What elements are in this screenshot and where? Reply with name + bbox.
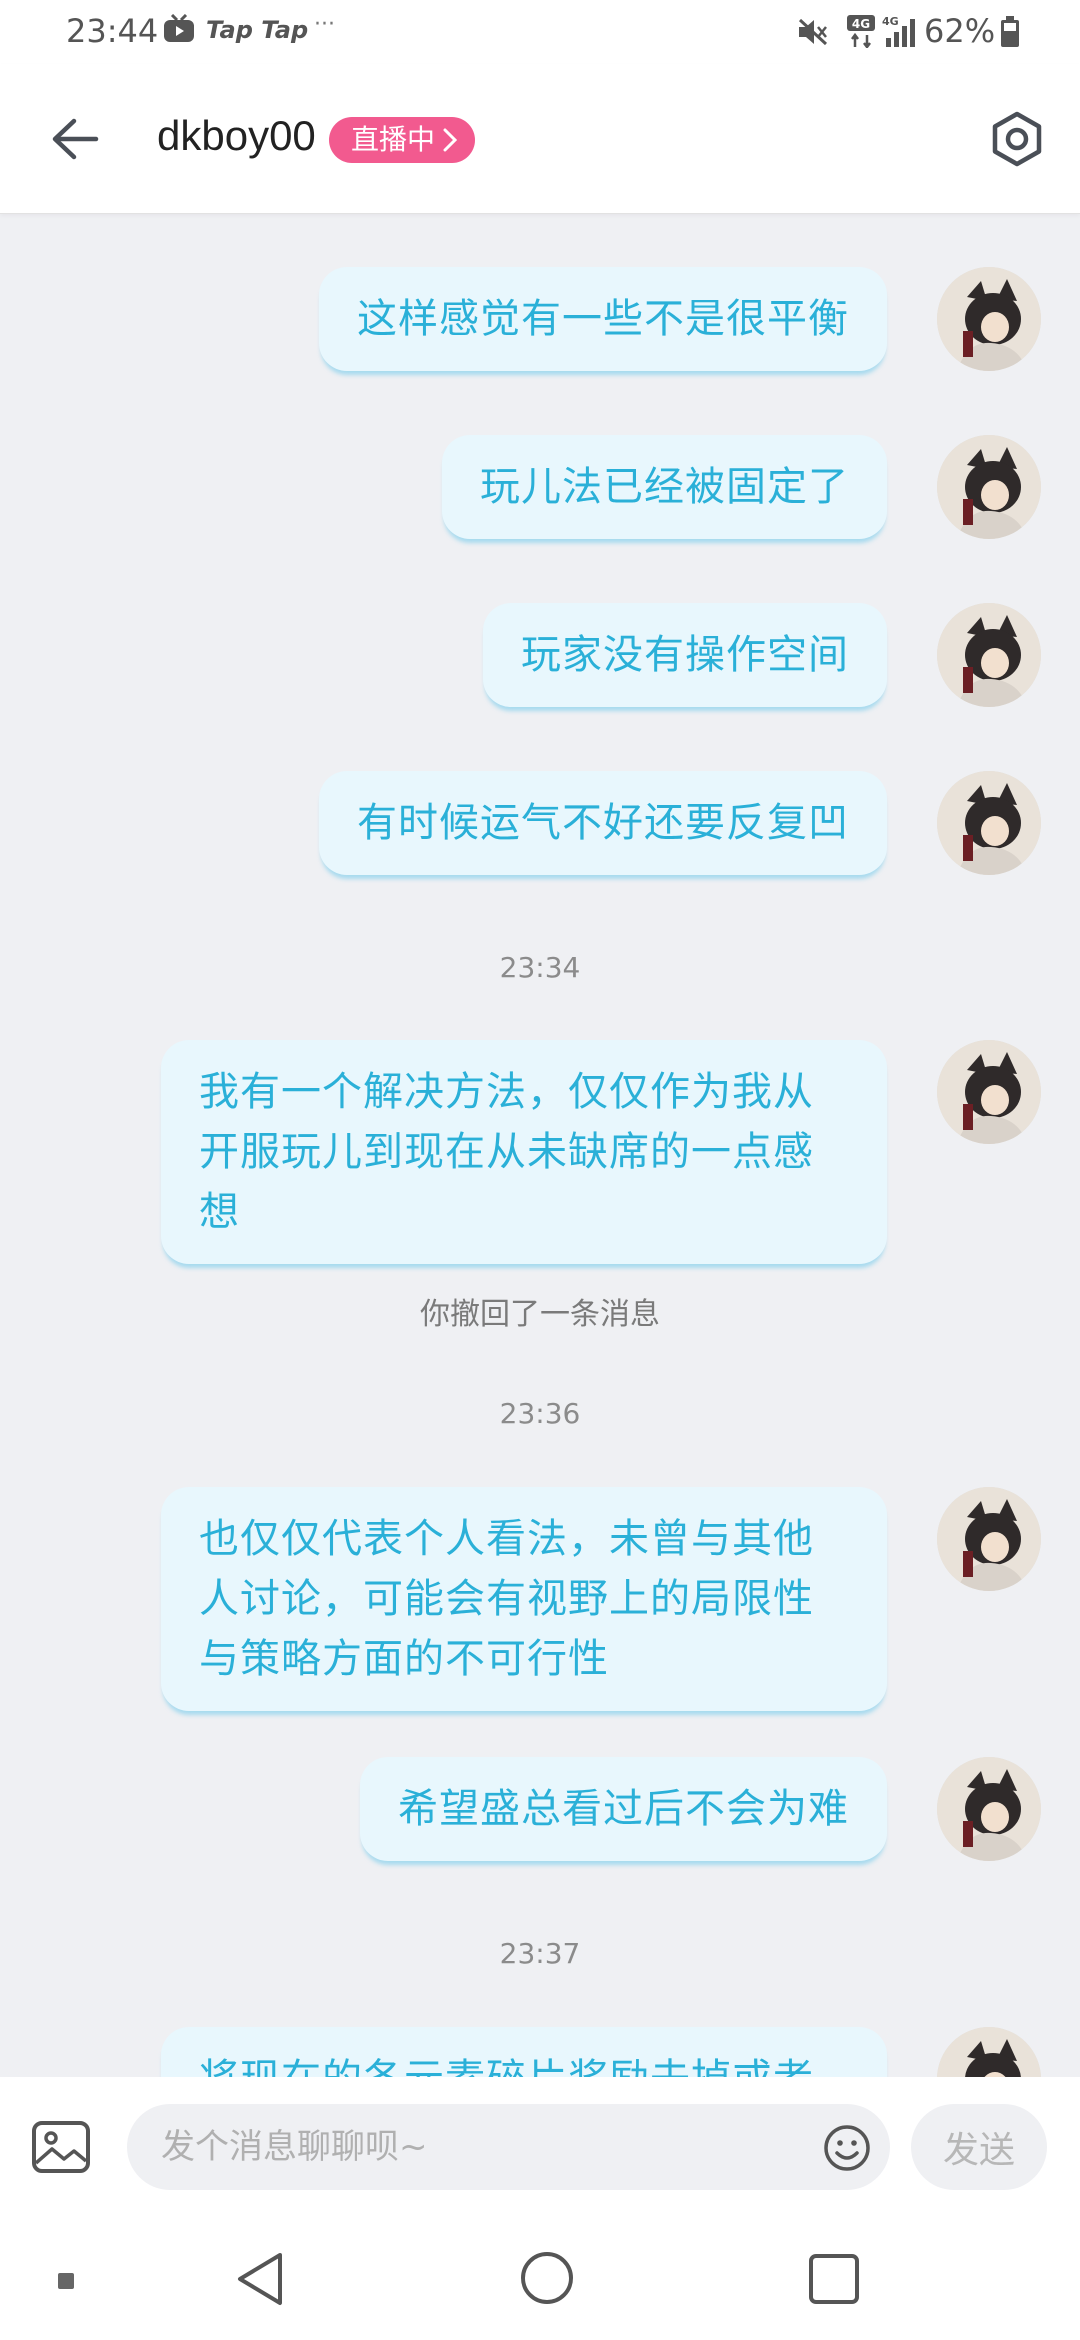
- message-bubble[interactable]: 也仅仅代表个人看法，未曾与其他人讨论，可能会有视野上的局限性与策略方面的不可行性: [161, 1487, 887, 1711]
- nav-back-icon[interactable]: [232, 2249, 288, 2309]
- avatar[interactable]: [937, 1487, 1041, 1591]
- battery-percent: 62%: [924, 12, 996, 50]
- avatar[interactable]: [937, 1757, 1041, 1861]
- taptap-tv-icon: [164, 14, 194, 42]
- arrow-left-icon: [52, 118, 99, 160]
- battery-icon: [1001, 16, 1019, 47]
- avatar-image: [937, 1487, 1041, 1591]
- mute-icon: [798, 18, 828, 46]
- avatar[interactable]: [937, 603, 1041, 707]
- nav-recent-apps-icon[interactable]: [806, 2251, 862, 2307]
- page-title: dkboy00: [157, 112, 316, 159]
- hexagon-gear-icon: [992, 111, 1042, 167]
- network-4g-label: 4G: [852, 17, 870, 31]
- avatar-image: [937, 2027, 1041, 2077]
- status-time: 23:44: [66, 12, 159, 50]
- message-input-bar: 发送: [0, 2077, 1080, 2217]
- status-bar: 23:44 Tap Tap ··· 4G 4G 62%: [0, 0, 1080, 64]
- timestamp: 23:34: [499, 951, 581, 984]
- send-button[interactable]: 发送: [911, 2104, 1047, 2190]
- status-more-dots: ···: [314, 12, 335, 37]
- network-4g-label-2: 4G: [882, 15, 899, 28]
- message-bubble[interactable]: 这样感觉有一些不是很平衡: [319, 267, 887, 371]
- status-app-name: Tap Tap: [206, 16, 309, 44]
- live-badge-label: 直播中: [351, 123, 436, 156]
- nav-indicator: [58, 2273, 74, 2289]
- chevron-right-icon: [443, 128, 458, 152]
- settings-button[interactable]: [984, 106, 1050, 172]
- system-nav-bar: [0, 2217, 1080, 2340]
- message-bubble[interactable]: 玩儿法已经被固定了: [442, 435, 887, 539]
- timestamp: 23:36: [499, 1397, 581, 1430]
- avatar[interactable]: [937, 2027, 1041, 2077]
- recall-notice: 你撤回了一条消息: [420, 1297, 660, 1332]
- message-bubble[interactable]: 希望盛总看过后不会为难: [360, 1757, 887, 1861]
- back-button[interactable]: [40, 104, 110, 174]
- signal-strength-icon: 4G: [882, 15, 915, 47]
- avatar-image: [937, 771, 1041, 875]
- message-bubble[interactable]: 玩家没有操作空间: [483, 603, 887, 707]
- message-bubble[interactable]: 我有一个解决方法，仅仅作为我从开服玩儿到现在从未缺席的一点感想: [161, 1040, 887, 1264]
- avatar[interactable]: [937, 267, 1041, 371]
- smiley-icon[interactable]: [822, 2123, 872, 2173]
- avatar-image: [937, 1040, 1041, 1144]
- avatar[interactable]: [937, 1040, 1041, 1144]
- avatar-image: [937, 435, 1041, 539]
- chat-message-list[interactable]: 这样感觉有一些不是很平衡 玩儿法已经被固定了 玩家没有操作空间 有时候运气不好还…: [0, 215, 1080, 2077]
- live-badge[interactable]: 直播中: [329, 117, 476, 163]
- avatar-image: [937, 1757, 1041, 1861]
- message-bubble[interactable]: 有时候运气不好还要反复凹: [319, 771, 887, 875]
- avatar-image: [937, 267, 1041, 371]
- message-bubble[interactable]: 将现在的各元素碎片奖励去掉或者: [161, 2027, 887, 2077]
- timestamp: 23:37: [499, 1937, 581, 1970]
- avatar[interactable]: [937, 771, 1041, 875]
- avatar-image: [937, 603, 1041, 707]
- avatar[interactable]: [937, 435, 1041, 539]
- network-4g-icon: 4G: [847, 15, 875, 48]
- nav-home-icon[interactable]: [518, 2249, 576, 2307]
- message-input[interactable]: [127, 2104, 890, 2190]
- image-icon[interactable]: [30, 2117, 92, 2177]
- chat-header: dkboy00 直播中: [0, 64, 1080, 214]
